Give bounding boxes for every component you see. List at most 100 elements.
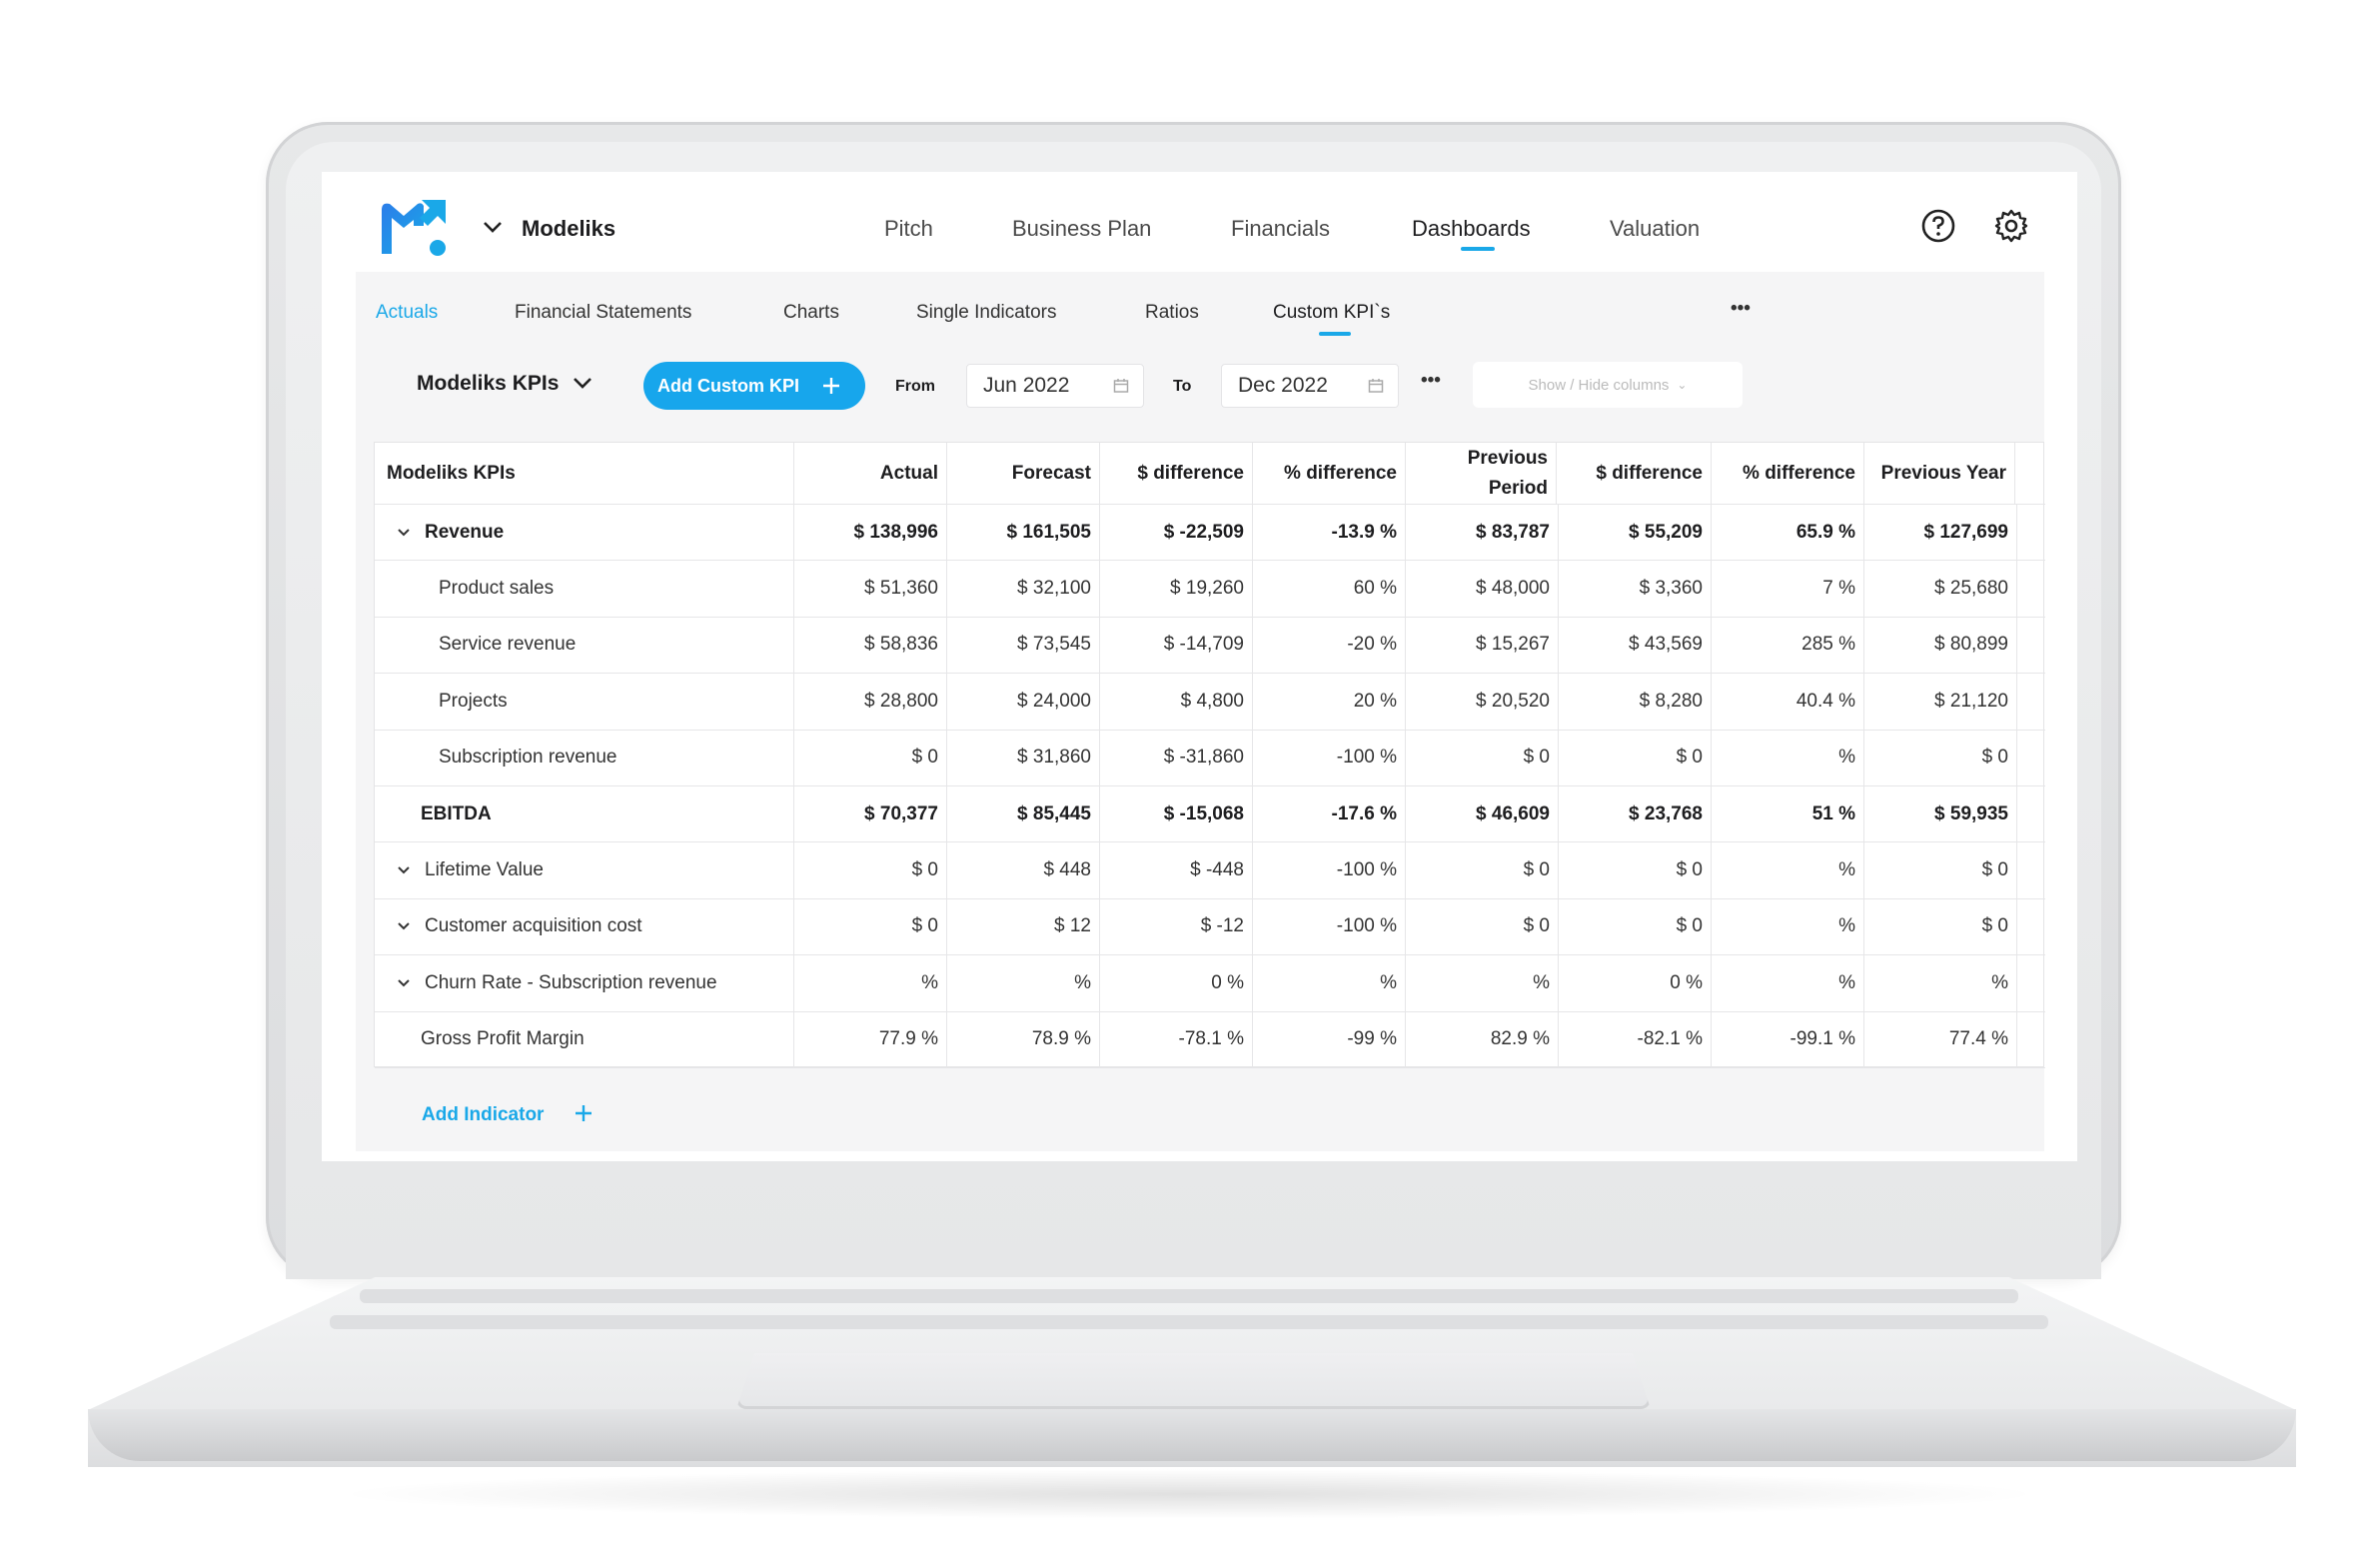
cell-percent-difference: -20 % — [1253, 617, 1406, 674]
row-label: Customer acquisition cost — [425, 915, 642, 937]
top-navigation: Modeliks Pitch Business Plan Financials … — [322, 172, 2077, 272]
cell-forecast: $ 73,545 — [947, 617, 1100, 674]
cell-dollar-difference: $ -22,509 — [1100, 505, 1253, 561]
column-header-forecast[interactable]: Forecast — [947, 443, 1100, 504]
cell-percent-difference: -100 % — [1253, 898, 1406, 955]
nav-pitch[interactable]: Pitch — [884, 216, 933, 242]
table-row[interactable]: Projects $ 28,800 $ 24,000 $ 4,800 20 % $ 20,… — [375, 674, 2045, 731]
tab-actuals[interactable]: Actuals — [376, 302, 438, 324]
cell-forecast: $ 161,505 — [947, 505, 1100, 561]
plus-icon — [575, 1105, 592, 1121]
column-header-dollar-difference-previous[interactable]: $ difference — [1559, 443, 1712, 504]
show-hide-columns-dropdown[interactable]: Show / Hide columns ⌄ — [1473, 362, 1743, 408]
keyboard-row — [330, 1315, 2048, 1329]
cell-previous-year: $ 21,120 — [1864, 674, 2017, 730]
column-header-kpi-name[interactable]: Modeliks KPIs — [375, 443, 794, 504]
table-row[interactable]: EBITDA $ 70,377 $ 85,445 $ -15,068 -17.6 % $ … — [375, 786, 2045, 843]
tab-single-indicators[interactable]: Single Indicators — [916, 302, 1056, 324]
cell-forecast: $ 24,000 — [947, 674, 1100, 730]
to-label: To — [1173, 378, 1192, 395]
cell-dollar-difference: $ 19,260 — [1100, 561, 1253, 617]
cell-percent-difference: -99 % — [1253, 1011, 1406, 1067]
gear-icon[interactable] — [1993, 208, 2029, 244]
expand-chevron-icon[interactable] — [397, 528, 411, 538]
cell-dollar-difference: $ -12 — [1100, 898, 1253, 955]
cell-dollar-difference-previous: $ 0 — [1559, 898, 1712, 955]
nav-dashboards[interactable]: Dashboards — [1412, 216, 1531, 242]
table-row[interactable]: Customer acquisition cost $ 0 $ 12 $ -12 -10… — [375, 898, 2045, 956]
row-label: Projects — [439, 690, 508, 712]
column-header-actual[interactable]: Actual — [794, 443, 947, 504]
active-tab-indicator — [1461, 247, 1495, 251]
add-indicator-button[interactable]: Add Indicator — [422, 1103, 594, 1126]
table-row[interactable]: Service revenue $ 58,836 $ 73,545 $ -14,709… — [375, 617, 2045, 675]
expand-chevron-icon[interactable] — [397, 921, 411, 931]
cell-previous-year: $ 0 — [1864, 898, 2017, 955]
expand-chevron-icon[interactable] — [397, 865, 411, 875]
tab-financial-statements[interactable]: Financial Statements — [515, 302, 691, 324]
cell-forecast: $ 32,100 — [947, 561, 1100, 617]
cell-actual: $ 58,836 — [794, 617, 947, 674]
row-label: Gross Profit Margin — [421, 1028, 585, 1050]
cell-dollar-difference-previous: $ 23,768 — [1559, 786, 1712, 842]
cell-dollar-difference: $ -14,709 — [1100, 617, 1253, 674]
to-date-picker[interactable]: Dec 2022 — [1221, 364, 1399, 408]
cell-dollar-difference: $ -448 — [1100, 842, 1253, 898]
nav-financials[interactable]: Financials — [1231, 216, 1330, 242]
tab-ratios[interactable]: Ratios — [1145, 302, 1199, 324]
table-row[interactable]: Revenue $ 138,996 $ 161,505 $ -22,509 -13.9 … — [375, 505, 2045, 562]
row-label-cell: Customer acquisition cost — [375, 898, 794, 955]
row-label-cell: Gross Profit Margin — [375, 1011, 794, 1067]
cell-percent-difference: 20 % — [1253, 674, 1406, 730]
cell-previous-year: 77.4 % — [1864, 1011, 2017, 1067]
row-label-cell: Lifetime Value — [375, 842, 794, 898]
add-custom-kpi-button[interactable]: Add Custom KPI — [643, 362, 865, 410]
show-hide-label: Show / Hide columns — [1528, 376, 1670, 394]
cell-dollar-difference: 0 % — [1100, 955, 1253, 1011]
column-header-dollar-difference[interactable]: $ difference — [1100, 443, 1253, 504]
table-row[interactable]: Product sales $ 51,360 $ 32,100 $ 19,260 60 … — [375, 561, 2045, 618]
chevron-down-icon[interactable] — [482, 216, 504, 238]
row-label: EBITDA — [421, 802, 492, 824]
table-row[interactable]: Churn Rate - Subscription revenue%% 0 %%%… — [375, 955, 2045, 1012]
question-circle-icon[interactable] — [1920, 208, 1956, 244]
cell-actual: $ 0 — [794, 898, 947, 955]
table-row[interactable]: Gross Profit Margin 77.9 % 78.9 % -78.1 % -9… — [375, 1011, 2045, 1068]
cell-percent-difference-previous: % — [1712, 898, 1864, 955]
cell-previous-period: $ 20,520 — [1406, 674, 1559, 730]
column-header-percent-difference[interactable]: % difference — [1253, 443, 1406, 504]
cell-actual: % — [794, 955, 947, 1011]
cell-previous-year: $ 25,680 — [1864, 561, 2017, 617]
cell-previous-year: % — [1864, 955, 2017, 1011]
cell-previous-period: % — [1406, 955, 1559, 1011]
more-options-icon[interactable]: ••• — [1421, 370, 1441, 392]
kpi-set-dropdown[interactable]: Modeliks KPIs — [417, 372, 593, 396]
more-options-icon[interactable]: ••• — [1731, 298, 1751, 320]
modeliks-logo-icon[interactable] — [378, 196, 450, 258]
table-row[interactable]: Subscription revenue $ 0 $ 31,860 $ -31,860… — [375, 730, 2045, 786]
table-row[interactable]: Lifetime Value $ 0 $ 448 $ -448 -100 % $ 0 $ 0… — [375, 842, 2045, 899]
row-label: Lifetime Value — [425, 859, 544, 881]
cell-percent-difference: -17.6 % — [1253, 786, 1406, 842]
cell-percent-difference-previous: 7 % — [1712, 561, 1864, 617]
cell-previous-period: $ 15,267 — [1406, 617, 1559, 674]
tab-custom-kpis[interactable]: Custom KPI`s — [1273, 302, 1390, 324]
cell-actual: $ 70,377 — [794, 786, 947, 842]
from-date-picker[interactable]: Jun 2022 — [966, 364, 1144, 408]
cell-dollar-difference: $ 4,800 — [1100, 674, 1253, 730]
nav-business-plan[interactable]: Business Plan — [1012, 216, 1151, 242]
column-header-previous-year[interactable]: Previous Year — [1864, 443, 2015, 504]
column-header-previous-period[interactable]: Previous Period — [1406, 443, 1557, 504]
cell-forecast: $ 448 — [947, 842, 1100, 898]
trackpad — [736, 1353, 1651, 1409]
laptop-base-edge — [88, 1409, 2296, 1461]
column-header-percent-difference-previous[interactable]: % difference — [1712, 443, 1864, 504]
cell-forecast: $ 85,445 — [947, 786, 1100, 842]
row-label-cell: Product sales — [375, 561, 794, 617]
app-name[interactable]: Modeliks — [522, 216, 615, 242]
cell-percent-difference: -100 % — [1253, 730, 1406, 785]
tab-charts[interactable]: Charts — [783, 302, 839, 324]
nav-valuation[interactable]: Valuation — [1610, 216, 1700, 242]
cell-percent-difference: 60 % — [1253, 561, 1406, 617]
expand-chevron-icon[interactable] — [397, 978, 411, 988]
